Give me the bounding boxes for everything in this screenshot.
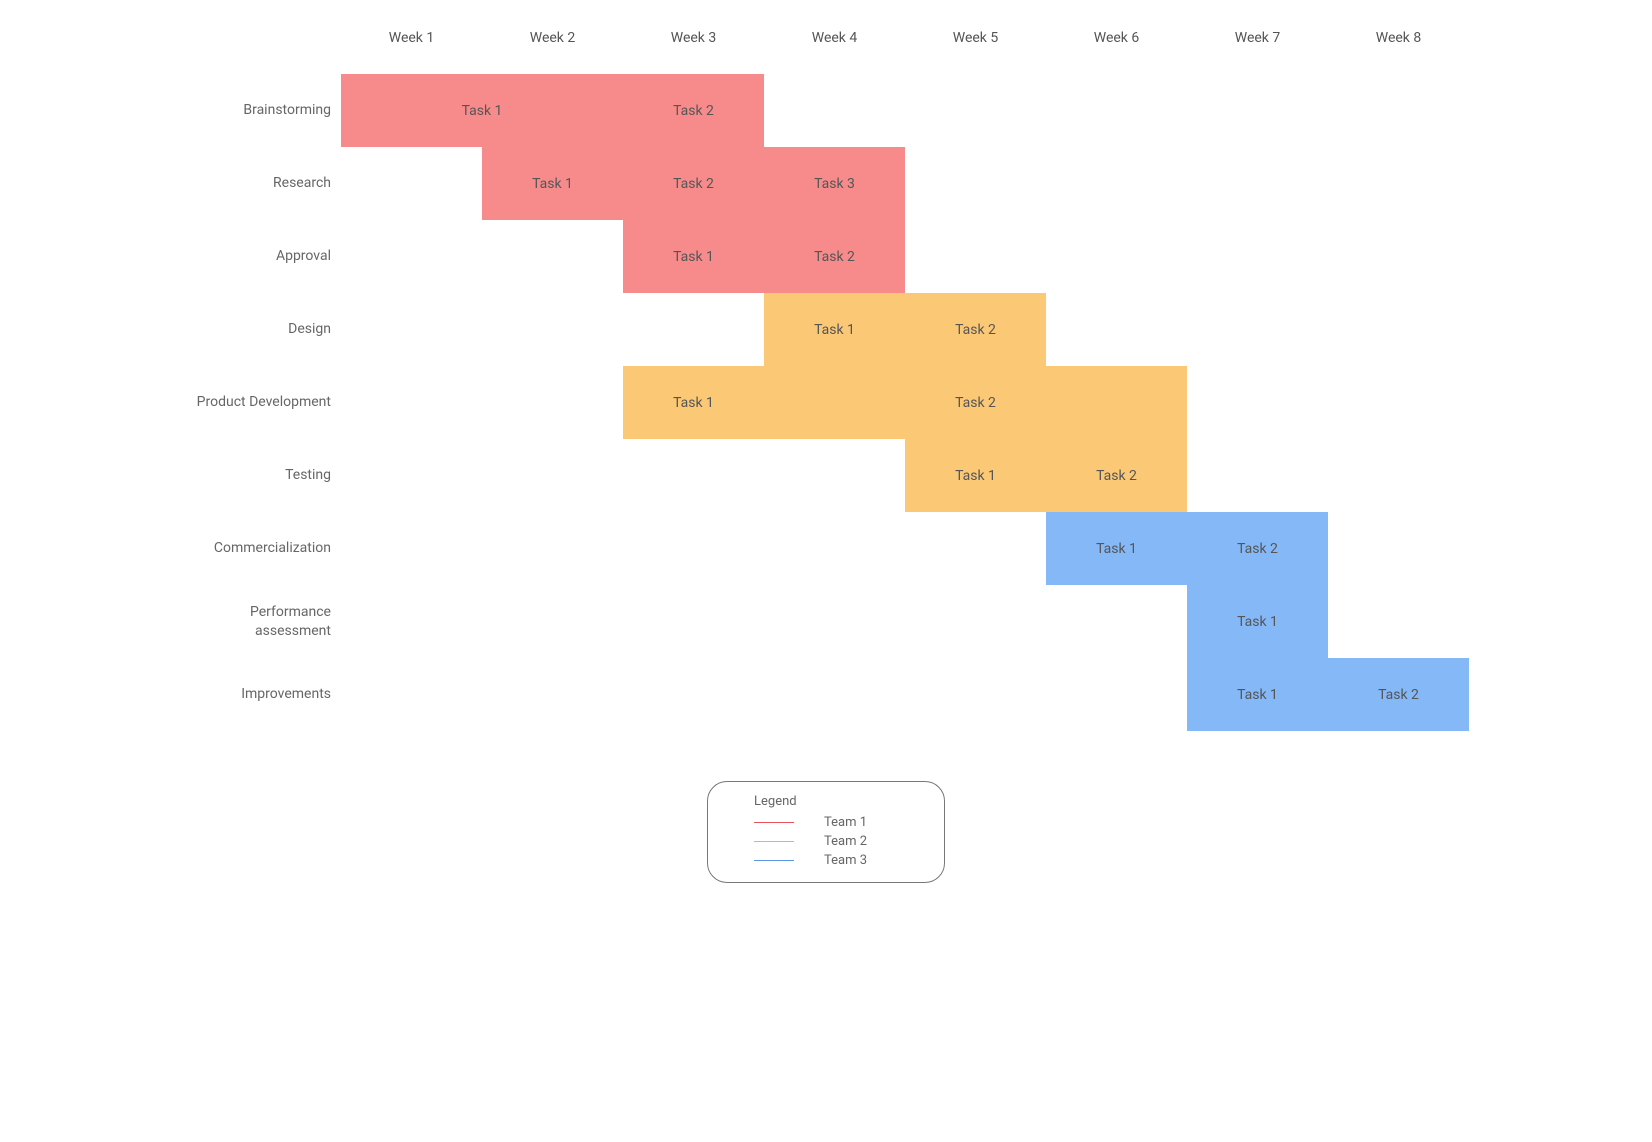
row-track: Task 1 Task 2: [341, 74, 1469, 147]
task-bar: Task 1: [623, 220, 764, 293]
task-bar: Task 2: [1328, 658, 1469, 731]
row-track: Task 1 Task 2: [341, 366, 1469, 439]
task-bar: Task 1: [623, 366, 764, 439]
gantt-row: Improvements Task 1 Task 2: [181, 658, 1471, 731]
task-bar: Task 2: [764, 366, 1187, 439]
task-bar: Task 2: [905, 293, 1046, 366]
task-bar: Task 2: [623, 74, 764, 147]
week-header: Week 4: [764, 20, 905, 74]
task-bar: Task 1: [764, 293, 905, 366]
legend-label: Team 2: [824, 834, 867, 849]
legend-label: Team 3: [824, 853, 867, 868]
week-header: Week 6: [1046, 20, 1187, 74]
task-bar: Task 2: [1187, 512, 1328, 585]
task-bar: Task 2: [1046, 439, 1187, 512]
gantt-row: Design Task 1 Task 2: [181, 293, 1471, 366]
row-track: Task 1 Task 2: [341, 658, 1469, 731]
legend-swatch-icon: [754, 860, 794, 861]
task-bar: Task 1: [1187, 658, 1328, 731]
legend-swatch-icon: [754, 841, 794, 842]
week-header: Week 5: [905, 20, 1046, 74]
row-track: Task 1 Task 2: [341, 439, 1469, 512]
legend-item-team2: Team 2: [726, 834, 926, 849]
gantt-row: Testing Task 1 Task 2: [181, 439, 1471, 512]
gantt-chart: Week 1 Week 2 Week 3 Week 4 Week 5 Week …: [181, 20, 1471, 883]
legend-swatch-icon: [754, 822, 794, 823]
row-label-testing: Testing: [181, 466, 341, 484]
task-bar: Task 2: [623, 147, 764, 220]
row-track: Task 1 Task 2: [341, 220, 1469, 293]
gantt-row: Performance assessment Task 1: [181, 585, 1471, 658]
week-header: Week 2: [482, 20, 623, 74]
x-axis: Week 1 Week 2 Week 3 Week 4 Week 5 Week …: [341, 20, 1471, 74]
week-header: Week 3: [623, 20, 764, 74]
legend-item-team3: Team 3: [726, 853, 926, 868]
task-bar: Task 1: [482, 147, 623, 220]
row-label-performance-assessment: Performance assessment: [181, 603, 341, 639]
legend-label: Team 1: [824, 815, 867, 830]
task-bar: Task 1: [905, 439, 1046, 512]
row-label-improvements: Improvements: [181, 685, 341, 703]
row-label-approval: Approval: [181, 247, 341, 265]
week-header: Week 1: [341, 20, 482, 74]
row-label-brainstorming: Brainstorming: [181, 101, 341, 119]
week-header: Week 8: [1328, 20, 1469, 74]
week-header: Week 7: [1187, 20, 1328, 74]
row-track: Task 1 Task 2: [341, 293, 1469, 366]
legend-item-team1: Team 1: [726, 815, 926, 830]
row-label-research: Research: [181, 174, 341, 192]
task-bar: Task 1: [1187, 585, 1328, 658]
row-label-commercialization: Commercialization: [181, 539, 341, 557]
gantt-row: Research Task 1 Task 2 Task 3: [181, 147, 1471, 220]
gantt-row: Commercialization Task 1 Task 2: [181, 512, 1471, 585]
row-label-design: Design: [181, 320, 341, 338]
task-bar: Task 2: [764, 220, 905, 293]
gantt-row: Approval Task 1 Task 2: [181, 220, 1471, 293]
legend: Legend Team 1 Team 2 Team 3: [707, 781, 945, 883]
legend-title: Legend: [726, 794, 926, 809]
row-track: Task 1 Task 2 Task 3: [341, 147, 1469, 220]
gantt-row: Brainstorming Task 1 Task 2: [181, 74, 1471, 147]
gantt-row: Product Development Task 1 Task 2: [181, 366, 1471, 439]
task-bar: Task 3: [764, 147, 905, 220]
row-track: Task 1: [341, 585, 1469, 658]
task-bar: Task 1: [1046, 512, 1187, 585]
task-bar: Task 1: [341, 74, 623, 147]
row-track: Task 1 Task 2: [341, 512, 1469, 585]
row-label-product-development: Product Development: [181, 393, 341, 411]
